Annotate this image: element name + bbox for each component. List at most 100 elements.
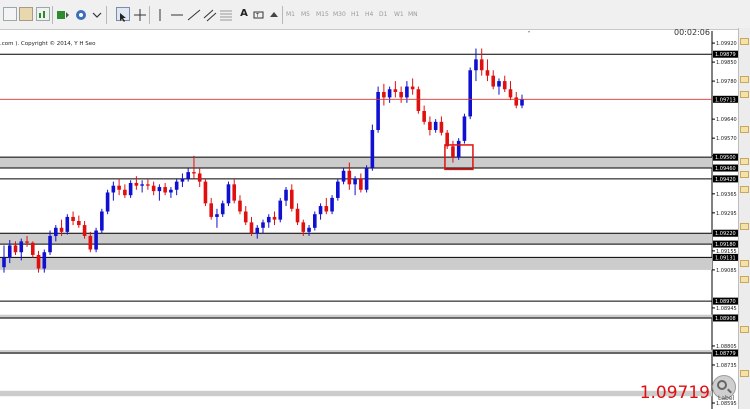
candle-body [278, 200, 283, 220]
candle-body [71, 216, 75, 221]
timeframe-w1[interactable]: W1 [394, 11, 404, 18]
candle-body [157, 187, 162, 192]
profiles-icon[interactable] [19, 7, 33, 21]
cursor-icon[interactable] [116, 7, 130, 22]
candle-body [433, 121, 438, 130]
candle-body [324, 206, 329, 212]
timeframe-d1[interactable]: D1 [379, 11, 387, 18]
candle-body [491, 75, 496, 87]
panel-button-1[interactable] [740, 38, 749, 45]
candle-body [474, 59, 478, 71]
candle-body [128, 182, 133, 196]
crosshair-icon[interactable] [133, 7, 147, 21]
candle-body [7, 245, 12, 258]
candle-body [502, 81, 507, 90]
panel-button-4[interactable] [740, 126, 749, 133]
level-price-label: 1.09460 [715, 166, 736, 172]
chart-area[interactable]: 1.09920 1.09850 1.09780 1.09640 1.09570 1.095… [0, 31, 750, 409]
price-tick-label: 1.09295 [716, 211, 737, 217]
candle-body [387, 89, 392, 98]
candle-body [226, 184, 231, 204]
timeframe-m30[interactable]: M30 [333, 11, 346, 18]
level-price-label: 1.09879 [715, 52, 736, 58]
price-tick-label: 1.08805 [716, 344, 737, 350]
panel-button-9[interactable] [740, 260, 749, 267]
candle-body [428, 121, 432, 130]
candle-body [307, 227, 311, 232]
timeframe-m15[interactable]: M15 [316, 11, 329, 18]
panel-button-2[interactable] [740, 76, 749, 83]
label-icon[interactable]: T [253, 7, 267, 21]
bar-timer: 00:02:06 [674, 28, 710, 37]
panel-button-6[interactable] [740, 171, 749, 178]
candle-body [439, 121, 444, 133]
navigator-icon[interactable] [56, 7, 70, 21]
candle-body [146, 184, 150, 186]
candle-body [192, 172, 196, 174]
price-tick-label: 1.09365 [716, 192, 737, 198]
candle-body [105, 192, 110, 212]
price-chart[interactable]: 1.09920 1.09850 1.09780 1.09640 1.09570 1.095… [0, 31, 750, 409]
timeframe-h1[interactable]: H1 [351, 11, 359, 18]
candle-body [249, 222, 254, 234]
timeframe-mn[interactable]: MN [408, 11, 418, 18]
new-order-icon[interactable] [74, 7, 88, 21]
candle-body [180, 178, 185, 182]
candle-body [82, 225, 87, 236]
candle-body [376, 91, 380, 130]
candle-body [410, 86, 415, 90]
candle-body [151, 185, 156, 192]
equidistant-channel-icon[interactable] [203, 7, 217, 22]
candle-body [422, 110, 426, 122]
timeframe-m5[interactable]: M5 [301, 11, 310, 18]
sr-zone [0, 157, 712, 169]
chart-shift-marker [527, 31, 531, 33]
panel-button-12[interactable] [740, 370, 749, 377]
candle-body [318, 206, 323, 215]
candle-body [123, 189, 127, 196]
new-chart-icon[interactable] [3, 7, 17, 21]
toolbar: A T M1 M5 M15 M30 H1 H4 D1 W1 MN [0, 0, 750, 30]
candle-body [330, 197, 334, 212]
level-price-label: 1.08779 [715, 351, 736, 357]
candle-body [382, 91, 386, 98]
candle-body [197, 173, 202, 182]
level-price-label: 1.08970 [715, 299, 736, 305]
candle-body [30, 242, 35, 255]
level-price-label: 1.09220 [715, 231, 736, 237]
text-icon[interactable]: A [237, 7, 251, 21]
candle-body [289, 189, 294, 209]
candle-body [405, 86, 409, 98]
candle-body [2, 257, 6, 268]
trendline-icon[interactable] [187, 7, 201, 21]
panel-button-11[interactable] [740, 326, 749, 333]
fibonacci-icon[interactable] [219, 7, 233, 21]
panel-button-3[interactable] [740, 91, 749, 98]
candle-body [88, 235, 93, 250]
history-icon[interactable] [36, 7, 50, 21]
candle-body [508, 89, 513, 98]
panel-button-10[interactable] [740, 276, 749, 283]
timeframe-m1[interactable]: M1 [286, 11, 295, 18]
arrows-icon[interactable] [268, 7, 282, 21]
candle-body [163, 187, 167, 193]
timeframe-h4[interactable]: H4 [365, 11, 373, 18]
candle-body [209, 203, 213, 217]
price-tick-label: 1.09570 [716, 136, 737, 142]
panel-button-5[interactable] [740, 158, 749, 165]
sr-zone [0, 390, 712, 397]
candle-body [456, 140, 461, 158]
candle-body [399, 91, 403, 98]
candle-body [313, 214, 317, 228]
candle-body [416, 89, 421, 111]
candle-body [232, 184, 237, 201]
level-price-label: 1.08908 [715, 316, 736, 322]
horizontal-line-icon[interactable] [170, 7, 184, 21]
panel-button-7[interactable] [740, 186, 749, 193]
candle-body [301, 222, 306, 232]
vertical-line-icon[interactable] [153, 7, 167, 21]
candle-body [54, 227, 58, 236]
expert-icon[interactable] [90, 7, 104, 21]
panel-button-8[interactable] [740, 223, 749, 230]
price-tick-label: 1.09640 [716, 117, 737, 123]
